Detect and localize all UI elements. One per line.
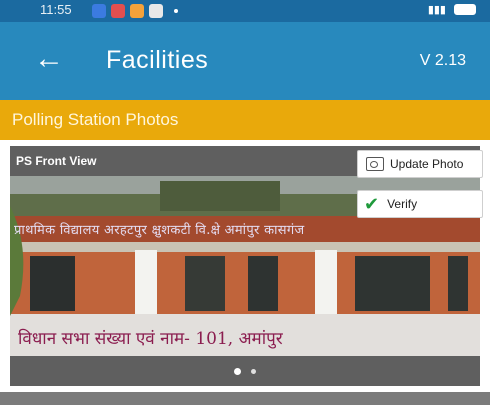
photo-constituency-sign: विधान सभा संख्या एवं नाम- 101, अमांपुर xyxy=(18,329,283,349)
update-photo-label: Update Photo xyxy=(390,157,464,171)
update-photo-button[interactable]: Update Photo xyxy=(357,150,483,178)
app-notification-icon xyxy=(111,4,125,18)
verify-button[interactable]: ✔ Verify xyxy=(357,190,483,218)
section-header: Polling Station Photos xyxy=(0,100,490,140)
battery-icon xyxy=(454,4,476,15)
section-title: Polling Station Photos xyxy=(12,110,179,129)
status-bar: 11:55 ▮▮▮ xyxy=(0,0,490,22)
photo-pager xyxy=(10,356,480,386)
photo-card: PS Front View प्राथमिक विद्यालय अरहटपुर … xyxy=(10,146,483,386)
more-notifications-icon xyxy=(174,9,178,13)
photo-label: PS Front View xyxy=(16,154,97,168)
pager-dot[interactable] xyxy=(251,368,256,374)
pager-dot-active[interactable] xyxy=(234,367,241,375)
app-bar: ← Facilities V 2.13 xyxy=(0,22,490,100)
signal-icon: ▮▮▮ xyxy=(427,4,446,16)
checkmark-icon: ✔ xyxy=(364,194,380,214)
status-time: 11:55 xyxy=(40,2,72,17)
arrow-left-icon[interactable]: ← xyxy=(34,44,64,74)
notification-icons xyxy=(92,4,178,18)
app-version: V 2.13 xyxy=(419,52,466,69)
app-notification-icon xyxy=(130,4,144,18)
photo-icon xyxy=(366,157,384,171)
app-notification-icon xyxy=(149,4,163,18)
system-icons: ▮▮▮ xyxy=(428,3,476,16)
page-title: Facilities xyxy=(106,46,209,74)
verify-label: Verify xyxy=(387,197,418,211)
photo-school-sign: प्राथमिक विद्यालय अरहटपुर क्षुशकटी वि.क्… xyxy=(14,223,305,238)
next-section-strip xyxy=(0,392,490,405)
app-notification-icon xyxy=(92,4,106,18)
